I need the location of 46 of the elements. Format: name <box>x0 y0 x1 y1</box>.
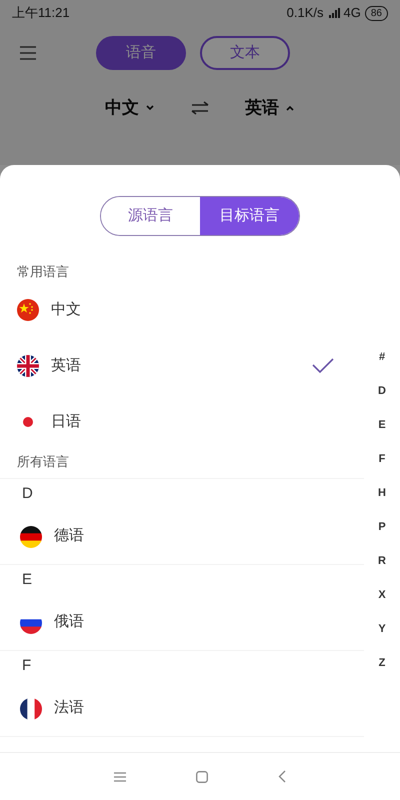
back-icon[interactable] <box>278 770 286 783</box>
language-name: 德语 <box>54 526 84 546</box>
china-flag-icon <box>17 299 39 321</box>
language-name: 日语 <box>51 412 82 432</box>
germany-flag-icon <box>20 526 42 548</box>
france-flag-icon <box>20 698 42 720</box>
index-letter[interactable]: E <box>378 408 386 442</box>
battery-level: 86 <box>364 6 388 20</box>
index-letter[interactable]: P <box>378 510 386 544</box>
language-name: 俄语 <box>54 612 84 632</box>
section-title: 所有语言 <box>0 450 364 479</box>
language-item[interactable]: 日语 <box>0 394 364 450</box>
language-item[interactable]: 英语 <box>0 338 364 394</box>
language-item[interactable]: 法语 <box>0 681 364 736</box>
language-direction-tab[interactable]: 目标语言 <box>200 197 299 235</box>
chevron-down-icon <box>145 103 155 113</box>
status-time: 上午11:21 <box>12 4 70 22</box>
index-letter[interactable]: Y <box>378 612 386 646</box>
index-letter[interactable]: Z <box>378 646 386 680</box>
language-name: 英语 <box>51 356 82 376</box>
signal-icon <box>328 7 340 19</box>
chevron-up-icon <box>285 103 295 113</box>
swap-icon[interactable] <box>191 101 209 115</box>
language-name: 法语 <box>54 698 84 718</box>
menu-icon[interactable] <box>114 772 126 782</box>
language-item[interactable]: 德语 <box>0 509 364 564</box>
group-letter: E <box>21 570 34 590</box>
network-type: 4G <box>344 4 361 22</box>
network-speed: 0.1K/s <box>286 4 324 22</box>
section-title: 常用语言 <box>16 263 70 281</box>
index-letter[interactable]: X <box>378 578 386 612</box>
index-letter[interactable]: R <box>378 544 386 578</box>
target-language-selector[interactable]: 英语 <box>245 95 295 121</box>
language-name: 中文 <box>51 300 82 320</box>
index-letter[interactable]: H <box>378 476 386 510</box>
group-letter: F <box>21 656 32 676</box>
index-letter[interactable]: F <box>378 442 386 476</box>
index-letter[interactable]: D <box>378 374 386 408</box>
uk-flag-icon <box>17 355 39 377</box>
index-letter[interactable]: # <box>378 340 386 374</box>
language-item[interactable]: 俄语 <box>0 595 364 650</box>
language-item[interactable]: 中文 <box>0 282 364 338</box>
home-icon[interactable] <box>196 770 208 782</box>
group-letter: D <box>21 484 34 504</box>
menu-icon[interactable] <box>20 46 36 60</box>
source-language-selector[interactable]: 中文 <box>105 95 155 121</box>
